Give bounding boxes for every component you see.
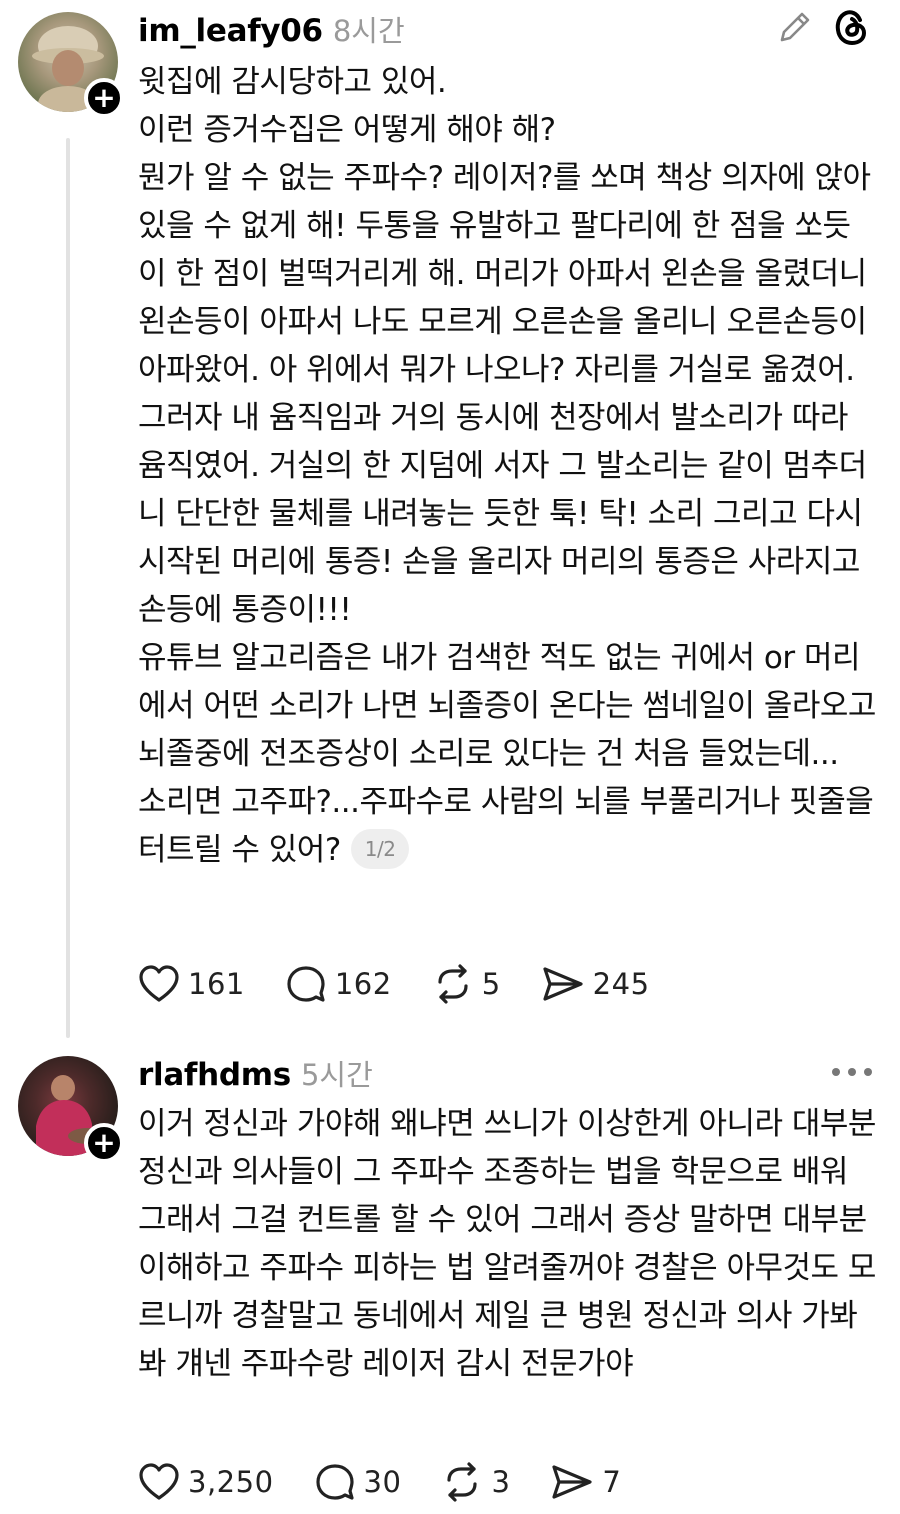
post-paragraph-text: 소리면 고주파?...주파수로 사람의 뇌를 부풀리거나 핏줄을 터트릴 수 있… bbox=[138, 784, 874, 868]
action-bar: 161 162 5 245 bbox=[138, 964, 690, 1004]
send-icon bbox=[543, 967, 583, 1001]
post-header: im_leafy06 8시간 bbox=[138, 8, 405, 50]
repost-button[interactable]: 3 bbox=[441, 1462, 510, 1502]
repost-button[interactable]: 5 bbox=[432, 964, 501, 1004]
pencil-icon[interactable] bbox=[776, 8, 814, 46]
post-paragraph: 뭔가 알 수 없는 주파수? 레이저?를 쏘며 책상 의자에 앉아 있을 수 없… bbox=[138, 160, 871, 628]
like-button[interactable]: 3,250 bbox=[138, 1462, 274, 1502]
post-time: 8시간 bbox=[332, 14, 405, 48]
username[interactable]: rlafhdms bbox=[138, 1057, 291, 1093]
repost-icon bbox=[438, 964, 468, 1004]
follow-plus-icon[interactable]: + bbox=[84, 78, 124, 118]
thread-connector-line bbox=[66, 138, 70, 1038]
repost-icon bbox=[447, 1462, 478, 1502]
share-count: 7 bbox=[602, 1465, 622, 1499]
page-indicator[interactable]: 1/2 bbox=[350, 828, 410, 869]
comment-button[interactable]: 162 bbox=[285, 964, 392, 1004]
more-options-icon[interactable] bbox=[832, 1060, 872, 1084]
post-body: 윗집에 감시당하고 있어. 이런 증거수집은 어떻게 해야 해? 뭔가 알 수 … bbox=[138, 58, 878, 874]
follow-plus-icon[interactable]: + bbox=[84, 1123, 124, 1163]
threads-logo-icon[interactable] bbox=[830, 6, 872, 48]
post-header: rlafhdms 5시간 bbox=[138, 1052, 373, 1094]
post-body: 이거 정신과 가야해 왜냐면 쓰니가 이상한게 아니라 대부분 정신과 의사들이… bbox=[138, 1100, 878, 1388]
post-paragraph: 윗집에 감시당하고 있어. bbox=[138, 64, 447, 100]
repost-count: 3 bbox=[491, 1465, 511, 1499]
comment-bubble-icon bbox=[315, 1464, 354, 1500]
action-bar: 3,250 30 3 7 bbox=[138, 1462, 661, 1502]
username[interactable]: im_leafy06 bbox=[138, 13, 323, 49]
like-count: 161 bbox=[188, 967, 245, 1001]
post-paragraph: 유튜브 알고리즘은 내가 검색한 적도 없는 귀에서 or 머리에서 어떤 소리… bbox=[138, 640, 876, 772]
comment-count: 162 bbox=[334, 967, 392, 1001]
comment-count: 30 bbox=[363, 1465, 402, 1499]
send-icon bbox=[552, 1465, 592, 1499]
like-count: 3,250 bbox=[188, 1465, 274, 1499]
share-button[interactable]: 7 bbox=[550, 1462, 621, 1502]
post-paragraph: 소리면 고주파?...주파수로 사람의 뇌를 부풀리거나 핏줄을 터트릴 수 있… bbox=[138, 778, 878, 874]
post-time: 5시간 bbox=[300, 1058, 373, 1092]
comment-bubble-icon bbox=[287, 966, 325, 1002]
share-count: 245 bbox=[592, 967, 650, 1001]
heart-icon bbox=[139, 965, 179, 1002]
comment-button[interactable]: 30 bbox=[314, 1462, 402, 1502]
like-button[interactable]: 161 bbox=[138, 964, 245, 1004]
share-button[interactable]: 245 bbox=[541, 964, 650, 1004]
post-paragraph: 이거 정신과 가야해 왜냐면 쓰니가 이상한게 아니라 대부분 정신과 의사들이… bbox=[138, 1106, 876, 1382]
post-paragraph: 이런 증거수집은 어떻게 해야 해? bbox=[138, 112, 556, 148]
heart-icon bbox=[139, 1463, 179, 1500]
repost-count: 5 bbox=[481, 967, 501, 1001]
